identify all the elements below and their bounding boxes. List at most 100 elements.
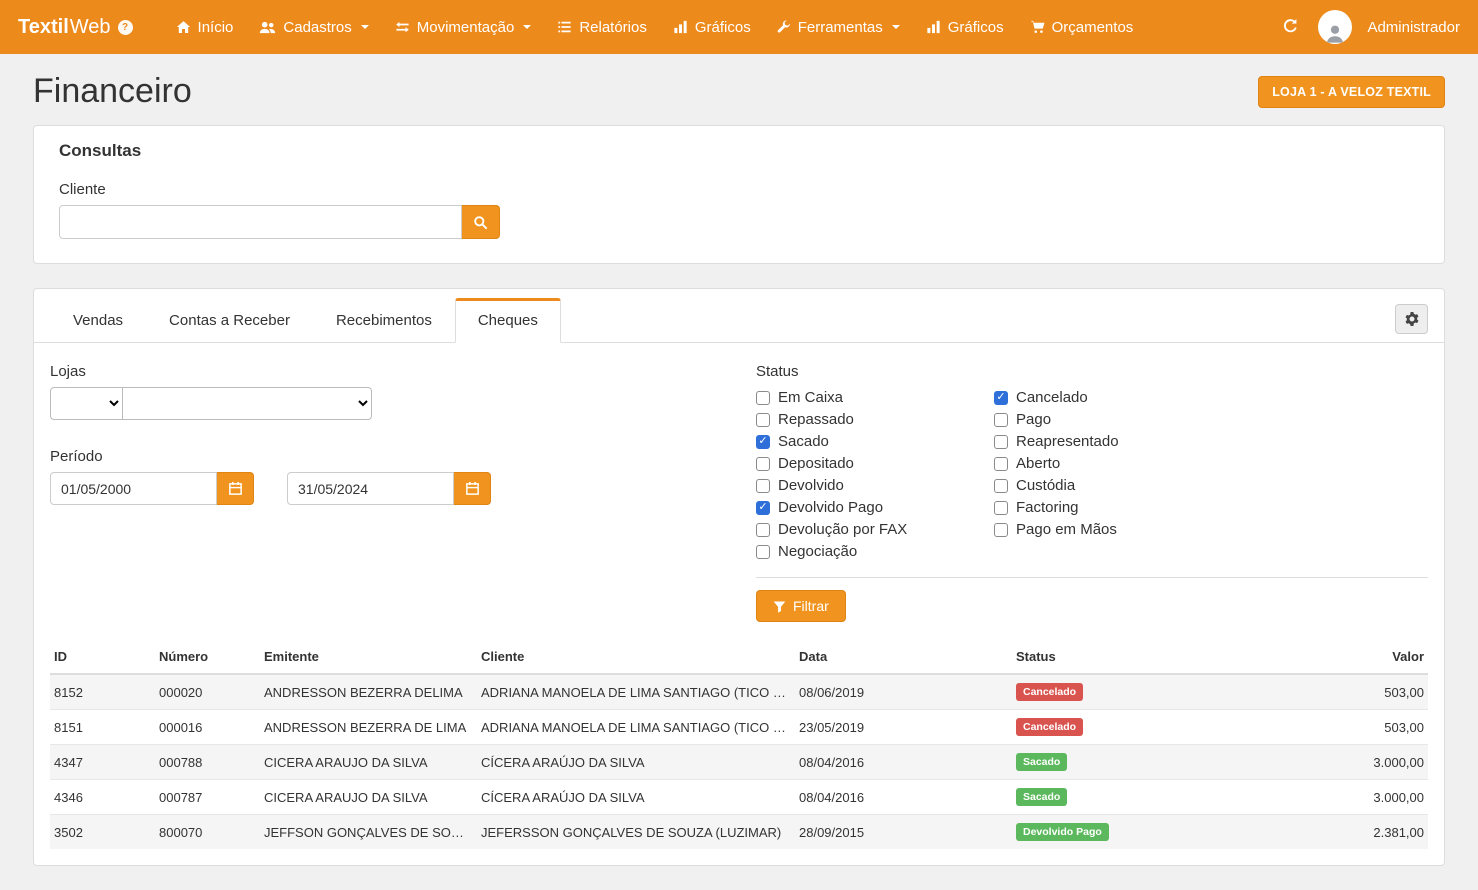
checkbox-icon[interactable]: [994, 479, 1008, 493]
user-name[interactable]: Administrador: [1367, 19, 1460, 36]
status-checkbox-pago-em-maos[interactable]: Pago em Mãos: [994, 522, 1428, 537]
nav-menu: Início Cadastros Movimentação Relatórios Grá…: [163, 0, 1147, 54]
nav-item-ferramentas[interactable]: Ferramentas: [764, 0, 913, 54]
column-header-data[interactable]: Data: [795, 640, 1012, 674]
checkbox-icon[interactable]: [756, 545, 770, 559]
gear-icon: [1404, 311, 1420, 327]
status-badge: Devolvido Pago: [1016, 823, 1109, 841]
checkbox-icon[interactable]: [756, 391, 770, 405]
tab-cheques[interactable]: Cheques: [455, 298, 561, 343]
filters-section: Lojas Período: [50, 363, 1428, 622]
status-checkbox-grid: Em Caixa Repassado ✓Sacado Depositado Devolv…: [756, 390, 1428, 559]
nav-item-graficos[interactable]: Gráficos: [660, 0, 764, 54]
store-selector-button[interactable]: LOJA 1 - A VELOZ TEXTIL: [1258, 76, 1445, 108]
cliente-input[interactable]: [59, 205, 462, 239]
status-label: Status: [756, 363, 1428, 380]
status-checkbox-cancelado[interactable]: ✓Cancelado: [994, 390, 1428, 405]
checkbox-icon[interactable]: [756, 457, 770, 471]
nav-item-graficos-2[interactable]: Gráficos: [913, 0, 1017, 54]
nav-item-label: Relatórios: [579, 19, 647, 36]
checkbox-icon[interactable]: [756, 523, 770, 537]
table-row[interactable]: 8152000020ANDRESSON BEZERRA DELIMAADRIAN…: [50, 674, 1428, 710]
caret-down-icon: [361, 25, 369, 29]
status-checkbox-custodia[interactable]: Custódia: [994, 478, 1428, 493]
checkbox-icon[interactable]: [994, 501, 1008, 515]
checkbox-icon[interactable]: ✓: [994, 391, 1008, 405]
checkbox-icon[interactable]: [756, 479, 770, 493]
help-icon[interactable]: ?: [118, 20, 133, 35]
brand-logo[interactable]: TextilWeb ?: [18, 16, 133, 39]
status-checkbox-em-caixa[interactable]: Em Caixa: [756, 390, 994, 405]
checkbox-icon[interactable]: ✓: [756, 435, 770, 449]
cart-icon: [1030, 20, 1045, 34]
date-to-input[interactable]: [287, 472, 454, 505]
nav-item-label: Cadastros: [283, 19, 351, 36]
column-header-numero[interactable]: Número: [155, 640, 260, 674]
cell-data: 28/09/2015: [795, 815, 1012, 850]
nav-item-label: Orçamentos: [1052, 19, 1134, 36]
tab-contas-a-receber[interactable]: Contas a Receber: [146, 298, 313, 343]
user-avatar[interactable]: [1318, 10, 1352, 44]
table-row[interactable]: 3502800070JEFFSON GONÇALVES DE SOUZAJEFE…: [50, 815, 1428, 850]
date-to-calendar-button[interactable]: [454, 472, 491, 505]
cell-status: Cancelado: [1012, 710, 1278, 745]
settings-button[interactable]: [1395, 304, 1428, 334]
status-checkbox-depositado[interactable]: Depositado: [756, 456, 994, 471]
nav-item-movimentacao[interactable]: Movimentação: [382, 0, 545, 54]
checkbox-icon[interactable]: [756, 413, 770, 427]
loja-name-select[interactable]: [122, 387, 372, 420]
status-checkbox-sacado[interactable]: ✓Sacado: [756, 434, 994, 449]
consultas-title: Consultas: [34, 126, 1444, 169]
status-checkbox-aberto[interactable]: Aberto: [994, 456, 1428, 471]
status-checkbox-devolucao-por-fax[interactable]: Devolução por FAX: [756, 522, 994, 537]
table-body: 8152000020ANDRESSON BEZERRA DELIMAADRIAN…: [50, 674, 1428, 849]
status-checkbox-negociacao[interactable]: Negociação: [756, 544, 994, 559]
tab-recebimentos[interactable]: Recebimentos: [313, 298, 455, 343]
status-badge: Cancelado: [1016, 718, 1083, 736]
column-header-id[interactable]: ID: [50, 640, 155, 674]
status-checkbox-factoring[interactable]: Factoring: [994, 500, 1428, 515]
checkbox-icon[interactable]: [994, 523, 1008, 537]
nav-item-inicio[interactable]: Início: [163, 0, 247, 54]
refresh-icon: [1282, 18, 1299, 34]
date-from-input[interactable]: [50, 472, 217, 505]
cliente-search-button[interactable]: [462, 205, 500, 239]
nav-item-cadastros[interactable]: Cadastros: [246, 0, 381, 54]
filtrar-button[interactable]: Filtrar: [756, 590, 846, 622]
status-checkbox-repassado[interactable]: Repassado: [756, 412, 994, 427]
cell-status: Sacado: [1012, 780, 1278, 815]
column-header-cliente[interactable]: Cliente: [477, 640, 795, 674]
checkbox-icon[interactable]: ✓: [756, 501, 770, 515]
cell-data: 08/04/2016: [795, 780, 1012, 815]
status-checkbox-devolvido-pago[interactable]: ✓Devolvido Pago: [756, 500, 994, 515]
status-checkbox-reapresentado[interactable]: Reapresentado: [994, 434, 1428, 449]
column-header-status[interactable]: Status: [1012, 640, 1278, 674]
cell-emitente: JEFFSON GONÇALVES DE SOUZA: [260, 815, 477, 850]
refresh-button[interactable]: [1278, 14, 1303, 41]
checkbox-icon[interactable]: [994, 435, 1008, 449]
checkbox-icon[interactable]: [994, 413, 1008, 427]
table-row[interactable]: 4347000788CICERA ARAUJO DA SILVACÍCERA A…: [50, 745, 1428, 780]
cell-cliente: CÍCERA ARAÚJO DA SILVA: [477, 780, 795, 815]
checkbox-icon[interactable]: [994, 457, 1008, 471]
tab-content-cheques: Lojas Período: [34, 343, 1444, 853]
status-checkbox-devolvido[interactable]: Devolvido: [756, 478, 994, 493]
column-header-valor[interactable]: Valor: [1278, 640, 1428, 674]
filters-left-column: Lojas Período: [50, 363, 756, 622]
status-badge: Cancelado: [1016, 683, 1083, 701]
date-from-calendar-button[interactable]: [217, 472, 254, 505]
table-row[interactable]: 4346000787CICERA ARAUJO DA SILVACÍCERA A…: [50, 780, 1428, 815]
tab-vendas[interactable]: Vendas: [50, 298, 146, 343]
cell-numero: 000020: [155, 674, 260, 710]
status-badge: Sacado: [1016, 753, 1067, 771]
loja-code-select[interactable]: [50, 387, 123, 420]
status-option-label: Reapresentado: [1016, 433, 1119, 450]
tab-bar: VendasContas a ReceberRecebimentosCheque…: [34, 289, 1444, 343]
nav-item-orcamentos[interactable]: Orçamentos: [1017, 0, 1147, 54]
status-checkbox-pago[interactable]: Pago: [994, 412, 1428, 427]
date-from-group: [50, 472, 254, 505]
table-row[interactable]: 8151000016ANDRESSON BEZERRA DE LIMAADRIA…: [50, 710, 1428, 745]
column-header-emitente[interactable]: Emitente: [260, 640, 477, 674]
nav-item-relatorios[interactable]: Relatórios: [544, 0, 660, 54]
calendar-icon: [465, 481, 480, 496]
